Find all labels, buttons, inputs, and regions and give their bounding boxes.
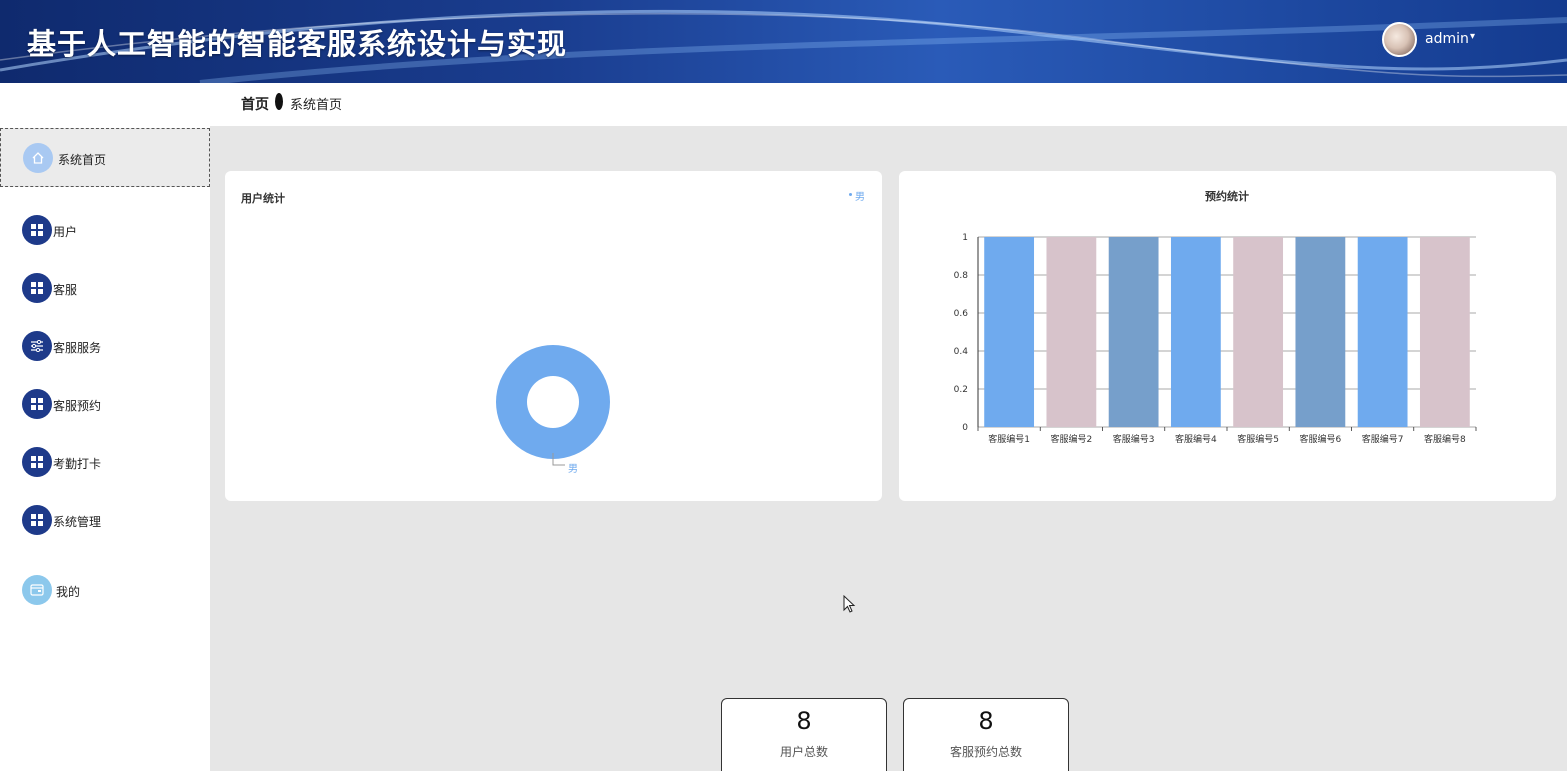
x-tick-label: 客服编号2 — [1051, 433, 1093, 445]
y-tick-label: 0.4 — [954, 347, 969, 357]
appointment-chart-title: 预约统计 — [1205, 189, 1249, 203]
x-tick-label: 客服编号8 — [1424, 433, 1466, 445]
sidebar-item-appointments[interactable]: 客服预约 — [0, 379, 210, 429]
y-tick-label: 0.6 — [954, 309, 969, 319]
stat-total-appointments: 8 客服预约总数 — [903, 698, 1069, 771]
sidebar-item-agent-service[interactable]: 客服服务 — [0, 321, 210, 371]
bar[interactable] — [1357, 237, 1408, 427]
x-tick-label: 客服编号6 — [1300, 433, 1342, 445]
sidebar-item-label: 系统管理 — [53, 515, 102, 529]
bar[interactable] — [984, 237, 1035, 427]
x-tick-label: 客服编号7 — [1362, 433, 1404, 445]
stat-value: 8 — [796, 707, 812, 735]
bar[interactable] — [1108, 237, 1159, 427]
y-tick-label: 0.8 — [954, 271, 969, 281]
sidebar-item-attendance[interactable]: 考勤打卡 — [0, 437, 210, 487]
sidebar-item-users[interactable]: 用户 — [0, 205, 210, 255]
sidebar: 系统首页 用户 客服 客服服务 客服预约 考勤打卡 系统管理 我的 — [0, 126, 210, 771]
stat-label: 客服预约总数 — [949, 745, 1022, 759]
stat-value: 8 — [978, 707, 994, 735]
grid-icon — [22, 389, 52, 419]
breadcrumb-current: 系统首页 — [290, 98, 343, 113]
user-name[interactable]: admin — [1425, 31, 1469, 47]
user-stats-card: 用户统计 男 男 — [225, 171, 882, 501]
bar[interactable] — [1233, 237, 1284, 427]
y-tick-label: 0 — [962, 423, 968, 433]
x-tick-label: 客服编号4 — [1175, 433, 1217, 445]
breadcrumb: 首页 系统首页 — [0, 83, 1567, 126]
bar[interactable] — [1170, 237, 1221, 427]
donut-slice[interactable] — [496, 345, 610, 459]
grid-icon — [22, 273, 52, 303]
appointment-bar-chart: 预约统计 0 0.2 0.4 0.6 0.8 1 客服编号1 客服编号2 客服编号3 客服编号4 客服… — [954, 189, 1477, 445]
bar[interactable] — [1295, 237, 1346, 427]
grid-icon — [22, 215, 52, 245]
y-tick-label: 0.2 — [954, 385, 968, 395]
bar[interactable] — [1046, 237, 1097, 427]
app-title: 基于人工智能的智能客服系统设计与实现 — [27, 27, 568, 61]
sidebar-item-label: 我的 — [56, 585, 81, 599]
grid-icon — [22, 505, 52, 535]
breadcrumb-home[interactable]: 首页 — [241, 94, 269, 114]
sliders-icon — [22, 331, 52, 361]
sidebar-item-label: 客服预约 — [53, 399, 102, 413]
stat-total-users: 8 用户总数 — [721, 698, 887, 771]
y-tick-label: 1 — [962, 233, 968, 243]
sidebar-item-label: 客服 — [53, 283, 78, 297]
sidebar-item-agents[interactable]: 客服 — [0, 263, 210, 313]
sidebar-item-label: 客服服务 — [53, 341, 102, 355]
app-header: 基于人工智能的智能客服系统设计与实现 admin ▾ — [0, 0, 1567, 83]
grid-icon — [22, 447, 52, 477]
appointment-stats-card: 预约统计 0 0.2 0.4 0.6 0.8 1 客服编号1 客服编号2 客服编号3 客服编号4 客服… — [899, 171, 1556, 501]
x-tick-label: 客服编号5 — [1237, 433, 1279, 445]
chevron-down-icon[interactable]: ▾ — [1470, 31, 1475, 42]
wallet-icon — [22, 575, 52, 605]
x-tick-label: 客服编号3 — [1113, 433, 1155, 445]
mouse-cursor-icon — [843, 595, 856, 613]
sidebar-item-label: 考勤打卡 — [53, 457, 102, 471]
x-tick-label: 客服编号1 — [988, 433, 1030, 445]
home-icon — [23, 143, 53, 173]
stat-label: 用户总数 — [779, 745, 828, 759]
breadcrumb-separator-icon — [275, 93, 283, 110]
sidebar-item-dashboard[interactable]: 系统首页 — [0, 128, 210, 187]
donut-slice-label: 男 — [568, 464, 578, 475]
sidebar-item-system-management[interactable]: 系统管理 — [0, 495, 210, 545]
avatar[interactable] — [1382, 22, 1417, 57]
sidebar-item-mine[interactable]: 我的 — [0, 565, 210, 615]
user-donut-chart — [496, 345, 610, 466]
sidebar-item-label: 系统首页 — [58, 153, 107, 167]
bar[interactable] — [1419, 237, 1470, 427]
sidebar-item-label: 用户 — [53, 225, 78, 239]
